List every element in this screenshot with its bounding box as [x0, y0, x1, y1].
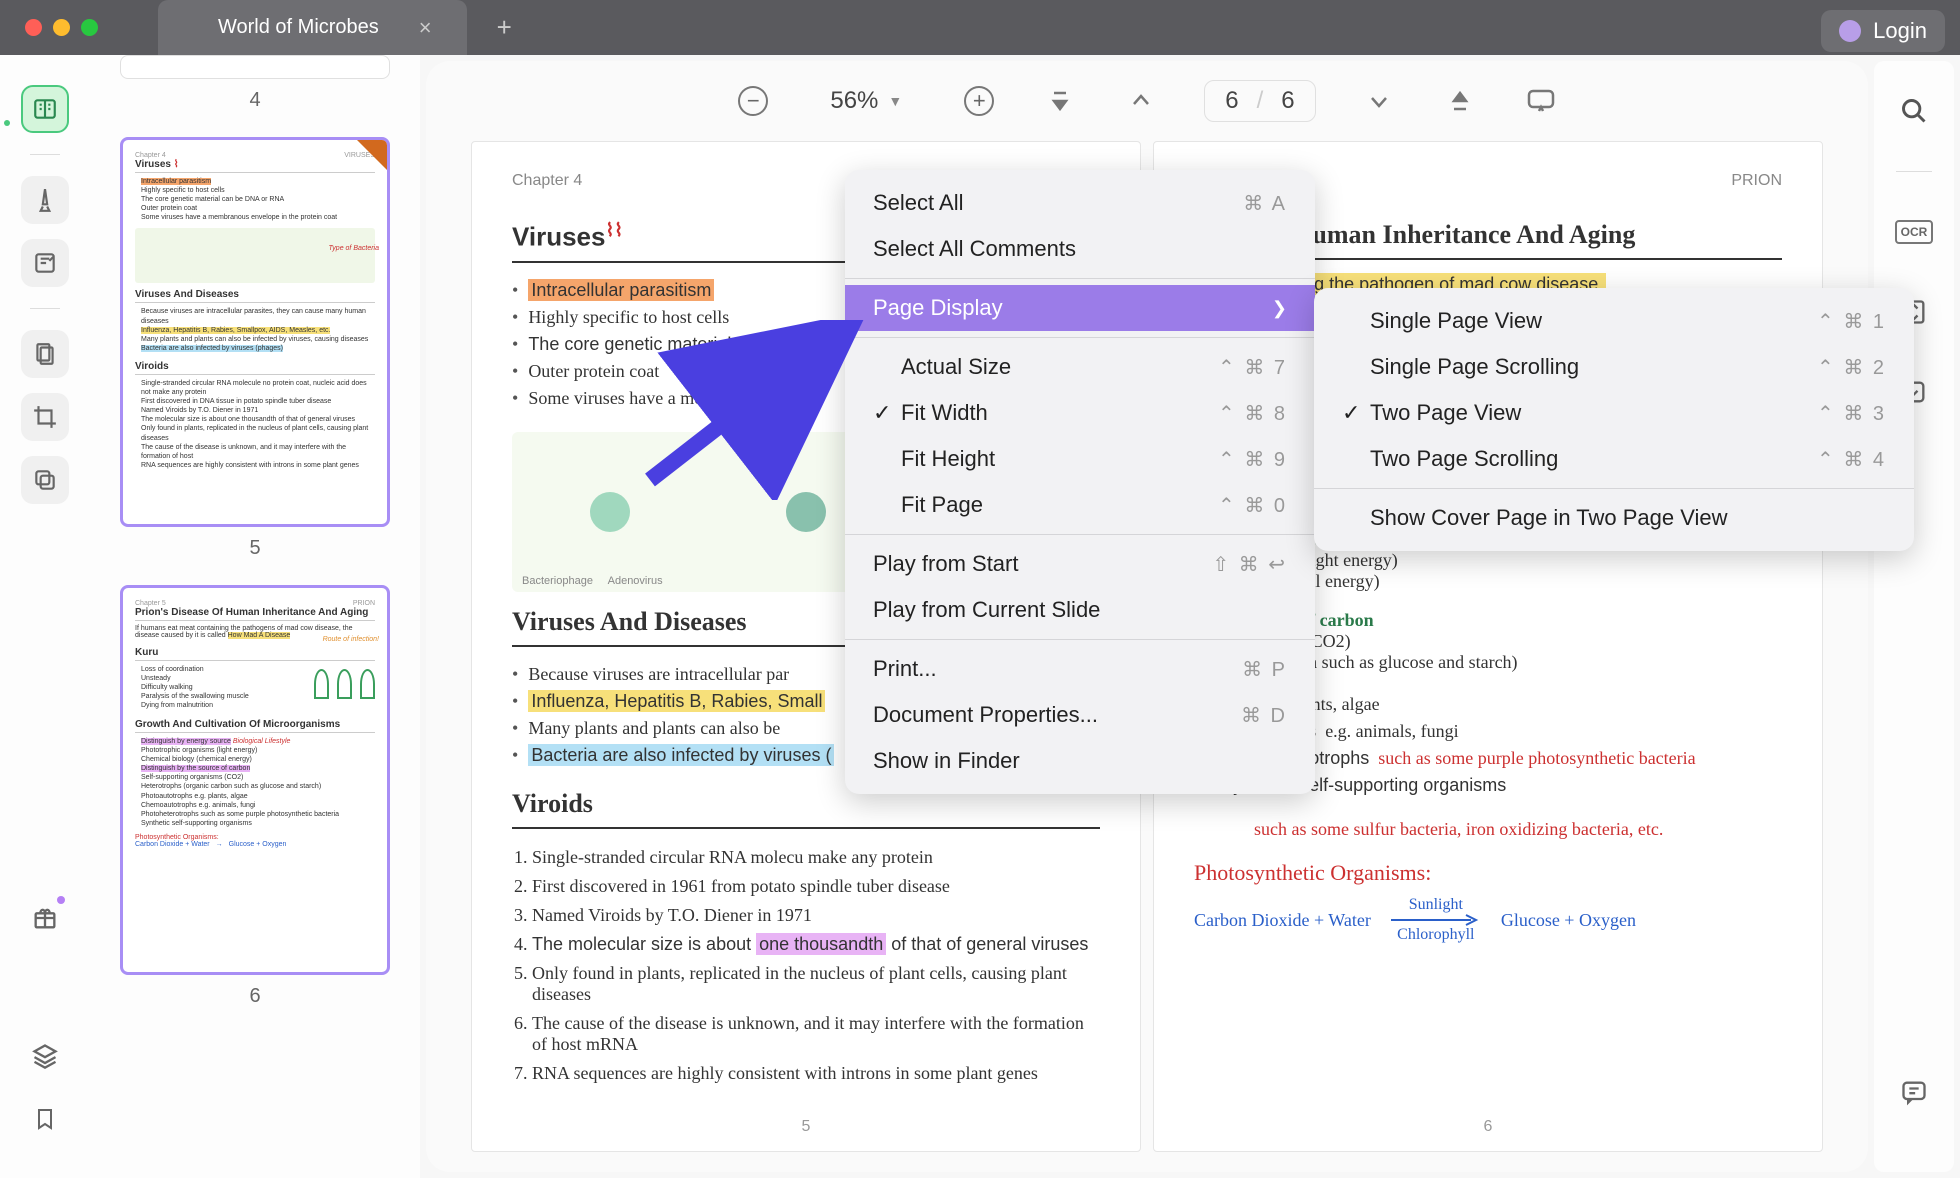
submenu-two-scroll[interactable]: Two Page Scrolling⌃ ⌘ 4 — [1314, 436, 1914, 482]
reader-mode-button[interactable] — [21, 85, 69, 133]
menu-fit-height[interactable]: Fit Height⌃ ⌘ 9 — [845, 436, 1315, 482]
chevron-down-icon: ▼ — [888, 93, 902, 109]
menu-actual-size[interactable]: Actual Size⌃ ⌘ 7 — [845, 344, 1315, 390]
rail-active-indicator — [4, 120, 10, 126]
thumbnail-6[interactable]: Chapter 5PRION Prion's Disease Of Human … — [120, 585, 390, 1008]
zoom-value: 56% — [830, 87, 878, 115]
heading-viroids: Viroids — [512, 789, 1100, 829]
titlebar: World of Microbes × + Login — [0, 0, 1960, 55]
ocr-button[interactable]: OCR — [1894, 212, 1934, 252]
menu-play-start[interactable]: Play from Start⇧ ⌘ ↩ — [845, 541, 1315, 587]
menu-page-display[interactable]: Page Display❯ — [845, 285, 1315, 331]
thumb-page-num: 4 — [120, 89, 390, 112]
menu-play-current[interactable]: Play from Current Slide — [845, 587, 1315, 633]
zoom-in-button[interactable]: + — [961, 83, 997, 119]
presentation-button[interactable] — [1523, 83, 1559, 119]
layers-button[interactable] — [21, 1032, 69, 1080]
right-tool-rail: OCR — [1874, 61, 1954, 1172]
menu-show-finder[interactable]: Show in Finder — [845, 738, 1315, 784]
submenu-show-cover[interactable]: Show Cover Page in Two Page View — [1314, 495, 1914, 541]
comments-button[interactable] — [1894, 1072, 1934, 1112]
annotate-tool-button[interactable] — [21, 239, 69, 287]
zoom-dropdown[interactable]: 56% ▼ — [816, 81, 916, 121]
thumbnail-panel: 4 Chapter 4VIRUSES Viruses ⌇ Intracellul… — [90, 55, 420, 1178]
left-tool-rail — [0, 55, 90, 1178]
submenu-single-scroll[interactable]: Single Page Scrolling⌃ ⌘ 2 — [1314, 344, 1914, 390]
last-page-button[interactable] — [1442, 83, 1478, 119]
search-button[interactable] — [1894, 91, 1934, 131]
submenu-single-page[interactable]: Single Page View⌃ ⌘ 1 — [1314, 298, 1914, 344]
page-indicator[interactable]: 6 / 6 — [1204, 80, 1315, 122]
tab-title: World of Microbes — [218, 16, 379, 39]
page-display-submenu: Single Page View⌃ ⌘ 1 Single Page Scroll… — [1314, 288, 1914, 551]
menu-print[interactable]: Print...⌘ P — [845, 646, 1315, 692]
menu-fit-page[interactable]: Fit Page⌃ ⌘ 0 — [845, 482, 1315, 528]
tab-close-icon[interactable]: × — [419, 15, 432, 41]
thumbnail-4-partial[interactable]: 4 — [120, 55, 390, 112]
prev-page-button[interactable] — [1123, 83, 1159, 119]
window-minimize-button[interactable] — [53, 19, 70, 36]
tutorial-arrow-icon — [630, 320, 870, 505]
page-number: 6 — [1484, 1118, 1493, 1136]
menu-fit-width[interactable]: ✓Fit Width⌃ ⌘ 8 — [845, 390, 1315, 436]
login-button[interactable]: Login — [1821, 10, 1945, 52]
thumbnail-5[interactable]: Chapter 4VIRUSES Viruses ⌇ Intracellular… — [120, 137, 390, 560]
crop-tool-button[interactable] — [21, 393, 69, 441]
menu-select-all-comments[interactable]: Select All Comments — [845, 226, 1315, 272]
new-tab-button[interactable]: + — [497, 12, 512, 43]
login-label: Login — [1873, 18, 1927, 44]
notification-dot-icon — [57, 896, 65, 904]
context-menu: Select All⌘ A Select All Comments Page D… — [845, 170, 1315, 794]
gift-button[interactable] — [21, 894, 69, 942]
chevron-right-icon: ❯ — [1272, 298, 1287, 319]
page-tool-button[interactable] — [21, 330, 69, 378]
viewer-toolbar: − 56% ▼ + 6 / 6 — [426, 61, 1868, 141]
menu-doc-props[interactable]: Document Properties...⌘ D — [845, 692, 1315, 738]
window-maximize-button[interactable] — [81, 19, 98, 36]
page-number: 5 — [802, 1118, 811, 1136]
document-tab[interactable]: World of Microbes × — [158, 0, 467, 55]
current-page: 6 — [1225, 87, 1238, 115]
first-page-button[interactable] — [1042, 83, 1078, 119]
total-pages: 6 — [1281, 87, 1294, 115]
submenu-two-page[interactable]: ✓Two Page View⌃ ⌘ 3 — [1314, 390, 1914, 436]
thumb-page-num: 5 — [120, 537, 390, 560]
next-page-button[interactable] — [1361, 83, 1397, 119]
avatar-icon — [1839, 20, 1861, 42]
window-close-button[interactable] — [25, 19, 42, 36]
highlighter-tool-button[interactable] — [21, 176, 69, 224]
thumb-page-num: 6 — [120, 985, 390, 1008]
traffic-lights — [25, 19, 98, 36]
copy-tool-button[interactable] — [21, 456, 69, 504]
zoom-out-button[interactable]: − — [735, 83, 771, 119]
menu-select-all[interactable]: Select All⌘ A — [845, 180, 1315, 226]
bookmark-button[interactable] — [21, 1095, 69, 1143]
